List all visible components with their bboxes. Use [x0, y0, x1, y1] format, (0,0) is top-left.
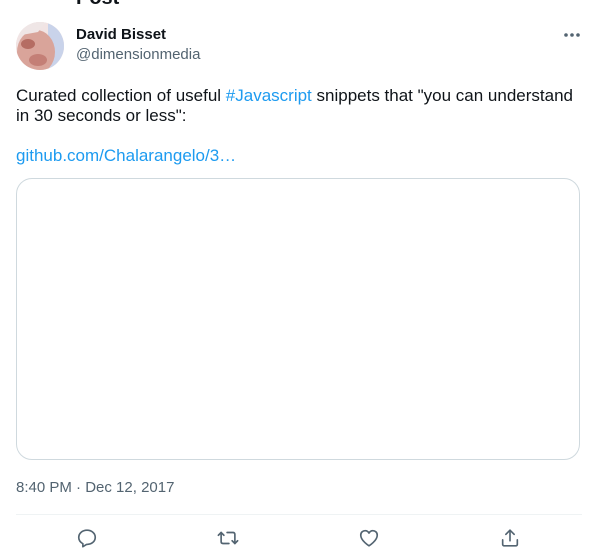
- share-upload-icon: [501, 529, 519, 547]
- tweet-date: Dec 12, 2017: [85, 479, 175, 496]
- retweet-button[interactable]: [216, 526, 240, 550]
- share-button[interactable]: [498, 526, 522, 550]
- retweet-icon: [217, 531, 239, 545]
- page-title: Post: [76, 0, 119, 8]
- more-options-button[interactable]: [558, 24, 586, 46]
- tweet-text-before: Curated collection of useful: [16, 86, 226, 105]
- tweet-page: Post David Bisset @dimensionmedia Curate…: [0, 0, 598, 552]
- timestamp-separator: ·: [76, 479, 82, 496]
- author-name[interactable]: David Bisset: [76, 25, 166, 45]
- heart-icon: [359, 529, 379, 547]
- more-horizontal-icon: [564, 33, 580, 37]
- tweet-url-link[interactable]: github.com/Chalarangelo/3…: [16, 146, 236, 166]
- link-preview-card[interactable]: [16, 178, 580, 460]
- tweet-time: 8:40 PM: [16, 479, 72, 496]
- actions-divider: [16, 514, 582, 515]
- avatar[interactable]: [16, 22, 64, 70]
- avatar-photo-icon: [16, 22, 64, 70]
- reply-button[interactable]: [75, 526, 99, 550]
- hashtag-link[interactable]: #Javascript: [226, 86, 312, 105]
- like-button[interactable]: [357, 526, 381, 550]
- reply-bubble-icon: [77, 529, 97, 548]
- tweet-timestamp[interactable]: 8:40 PM · Dec 12, 2017: [16, 478, 174, 498]
- author-handle[interactable]: @dimensionmedia: [76, 45, 200, 65]
- tweet-text: Curated collection of useful #Javascript…: [16, 86, 576, 126]
